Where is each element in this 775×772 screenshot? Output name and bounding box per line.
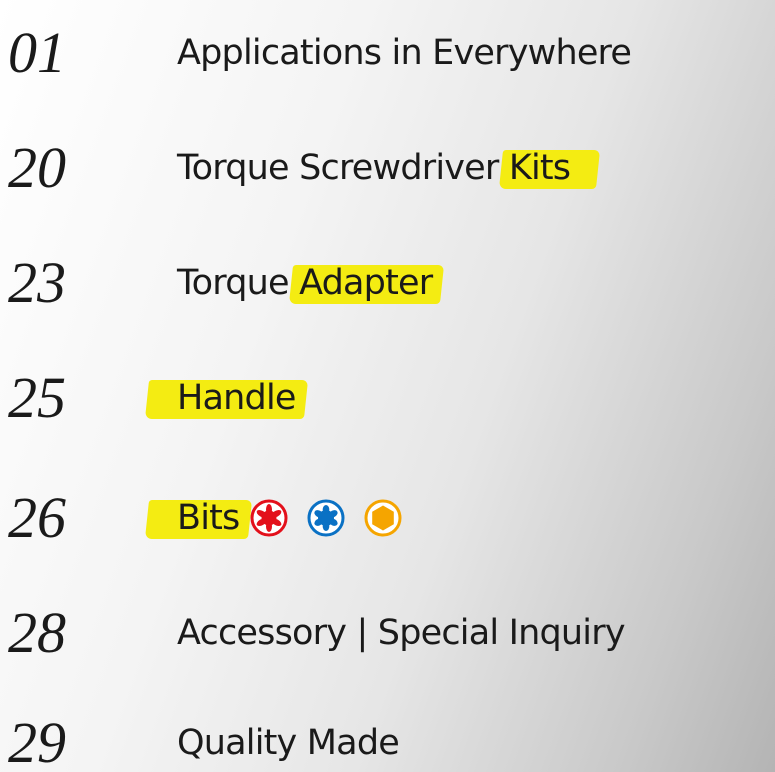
page-number: 25 — [8, 365, 66, 430]
title-text: Quality Made — [177, 723, 400, 763]
page-number: 28 — [8, 600, 66, 665]
toc-row-25[interactable]: 25 Handle — [0, 363, 775, 433]
toc-row-29[interactable]: 29 Quality Made — [0, 708, 775, 772]
title-text: Torque — [177, 263, 300, 303]
toc-row-01[interactable]: 01 Applications in Everywhere — [0, 18, 775, 88]
toc-row-26[interactable]: 26 Bits — [0, 483, 775, 553]
toc-entry-title[interactable]: Applications in Everywhere — [177, 18, 632, 88]
toc-entry-title[interactable]: Accessory | Special Inquiry — [177, 598, 626, 668]
hex-orange-icon — [364, 499, 402, 537]
highlighted-title-text: Kits — [509, 133, 571, 203]
toc-row-23[interactable]: 23 Torque Adapter — [0, 248, 775, 318]
toc-row-28[interactable]: 28 Accessory | Special Inquiry — [0, 598, 775, 668]
title-text: Applications in Everywhere — [177, 33, 632, 73]
toc-entry-title[interactable]: Torque Screwdriver Kits — [177, 133, 571, 203]
bit-type-icons — [250, 484, 412, 554]
title-text: Torque Screwdriver — [177, 148, 509, 188]
page-number: 01 — [8, 20, 66, 85]
torx-blue-icon — [307, 499, 345, 537]
highlighted-title-text: Handle — [177, 363, 296, 433]
title-text: Accessory | Special Inquiry — [177, 613, 626, 653]
page-number: 20 — [8, 135, 66, 200]
toc-entry-title[interactable]: Quality Made — [177, 708, 400, 772]
page-number: 23 — [8, 250, 66, 315]
toc-entry-title[interactable]: Torque Adapter — [177, 248, 433, 318]
toc-entry-title[interactable]: Handle — [177, 363, 296, 433]
highlighted-title-text: Bits — [177, 483, 240, 553]
toc-row-20[interactable]: 20 Torque Screwdriver Kits — [0, 133, 775, 203]
highlighted-title-text: Adapter — [299, 248, 433, 318]
page-number: 29 — [8, 710, 66, 772]
torx-red-icon — [250, 499, 287, 537]
toc-entry-title[interactable]: Bits — [177, 483, 411, 554]
page-number: 26 — [8, 485, 66, 550]
